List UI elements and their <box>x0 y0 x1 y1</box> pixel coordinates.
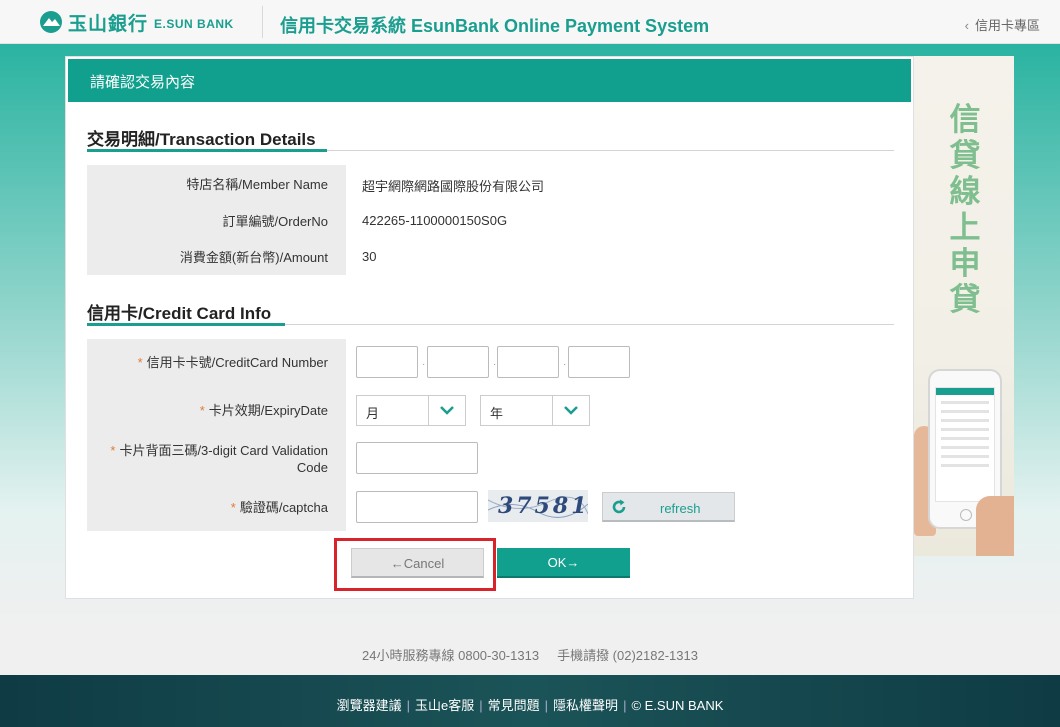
credit-section-title: 信用卡/Credit Card Info <box>87 304 272 323</box>
cvc-label-text: 卡片背面三碼/3-digit Card Validation Code <box>119 443 328 475</box>
confirm-transaction-card: 請確認交易內容 交易明細/Transaction Details 特店名稱/Me… <box>65 56 914 599</box>
chevron-down-icon <box>552 396 589 425</box>
card-number-field-2[interactable] <box>427 346 489 378</box>
expiry-label-text: 卡片效期/ExpiryDate <box>208 403 328 418</box>
credit-card-zone-link[interactable]: ‹ 信用卡專區 <box>965 15 1040 34</box>
amount-value: 30 <box>362 249 377 264</box>
footer-link-privacy[interactable]: 隱私權聲明 <box>553 698 618 713</box>
captcha-label: * 驗證碼/captcha <box>87 499 346 516</box>
footer-link-browser[interactable]: 瀏覽器建議 <box>337 698 402 713</box>
mobile-text: 手機請撥 (02)2182-1313 <box>557 648 698 663</box>
esun-logo-icon <box>40 11 62 33</box>
hotline-text: 24小時服務專線 0800-30-1313 <box>362 648 540 663</box>
top-header: 玉山銀行 E.SUN BANK 信用卡交易系統 EsunBank Online … <box>0 0 1060 44</box>
card-number-field-3[interactable] <box>497 346 559 378</box>
captcha-text: 37581 <box>498 493 588 519</box>
footer-link-faq[interactable]: 常見問題 <box>488 698 540 713</box>
order-no-label: 訂單編號/OrderNo <box>222 214 328 229</box>
expiry-month-select[interactable]: 月 <box>356 395 466 426</box>
required-mark: * <box>230 500 236 515</box>
refresh-captcha-button[interactable]: refresh <box>602 492 735 522</box>
card-number-separator: · <box>563 359 567 370</box>
order-no-value: 422265-1100000150S0G <box>362 213 508 228</box>
card-number-field-1[interactable] <box>356 346 418 378</box>
footer-links: 瀏覽器建議 | 玉山e客服 | 常見問題 | 隱私權聲明 | © E.SUN BANK <box>336 698 724 713</box>
expiry-label: * 卡片效期/ExpiryDate <box>87 402 346 419</box>
ok-button[interactable]: OK→ <box>497 548 630 578</box>
cvc-label: * 卡片背面三碼/3-digit Card Validation Code <box>87 442 346 476</box>
year-select-value: 年 <box>490 406 504 421</box>
chevron-down-icon <box>428 396 465 425</box>
required-mark: * <box>199 403 205 418</box>
header-divider <box>262 6 263 38</box>
banner-text: 信貸線上申貸 <box>949 102 981 318</box>
captcha-label-text: 驗證碼/captcha <box>239 500 328 515</box>
footer-contact: 24小時服務專線 0800-30-1313 手機請撥 (02)2182-1313 <box>0 628 1060 675</box>
cancel-button[interactable]: ←Cancel <box>351 548 484 578</box>
card-title: 請確認交易內容 <box>68 59 911 102</box>
member-name-value: 超宇網際網路國際股份有限公司 <box>362 179 545 194</box>
system-title: 信用卡交易系統 EsunBank Online Payment System <box>280 16 710 36</box>
member-name-label: 特店名稱/Member Name <box>186 177 328 192</box>
chevron-left-icon: ‹ <box>964 18 969 33</box>
card-number-separator: · <box>493 359 497 370</box>
cvc-input[interactable] <box>356 442 478 474</box>
refresh-icon <box>612 499 626 514</box>
footer-nav: 瀏覽器建議 | 玉山e客服 | 常見問題 | 隱私權聲明 | © E.SUN BANK <box>0 675 1060 727</box>
captcha-image: 37581 <box>488 490 588 522</box>
hotline-line: 24小時服務專線 0800-30-1313 手機請撥 (02)2182-1313 <box>0 645 1060 664</box>
loan-banner[interactable]: 信貸線上申貸 <box>914 56 1014 556</box>
expiry-year-select[interactable]: 年 <box>480 395 590 426</box>
card-number-label: * 信用卡卡號/CreditCard Number <box>87 354 346 371</box>
transaction-section-divider <box>87 149 894 152</box>
hand-illustration <box>976 496 1014 556</box>
required-mark: * <box>110 443 116 458</box>
footer-copyright: © E.SUN BANK <box>631 698 724 713</box>
back-link-label: 信用卡專區 <box>974 18 1040 33</box>
card-number-field-4[interactable] <box>568 346 630 378</box>
logo-subtext: E.SUN BANK <box>154 17 234 31</box>
footer-link-service[interactable]: 玉山e客服 <box>415 698 474 713</box>
refresh-button-label: refresh <box>660 501 701 516</box>
phone-home-button <box>960 509 972 521</box>
esun-logo[interactable]: 玉山銀行 E.SUN BANK <box>38 10 234 35</box>
card-number-separator: · <box>422 359 426 370</box>
captcha-input[interactable] <box>356 491 478 523</box>
required-mark: * <box>137 355 143 370</box>
phone-screen <box>935 387 995 502</box>
month-select-value: 月 <box>366 406 380 421</box>
logo-text: 玉山銀行 <box>68 13 149 35</box>
credit-section-divider <box>87 323 894 326</box>
transaction-section-title: 交易明細/Transaction Details <box>87 130 316 149</box>
amount-label: 消費金額(新台幣)/Amount <box>179 250 328 265</box>
card-number-label-text: 信用卡卡號/CreditCard Number <box>146 355 328 370</box>
